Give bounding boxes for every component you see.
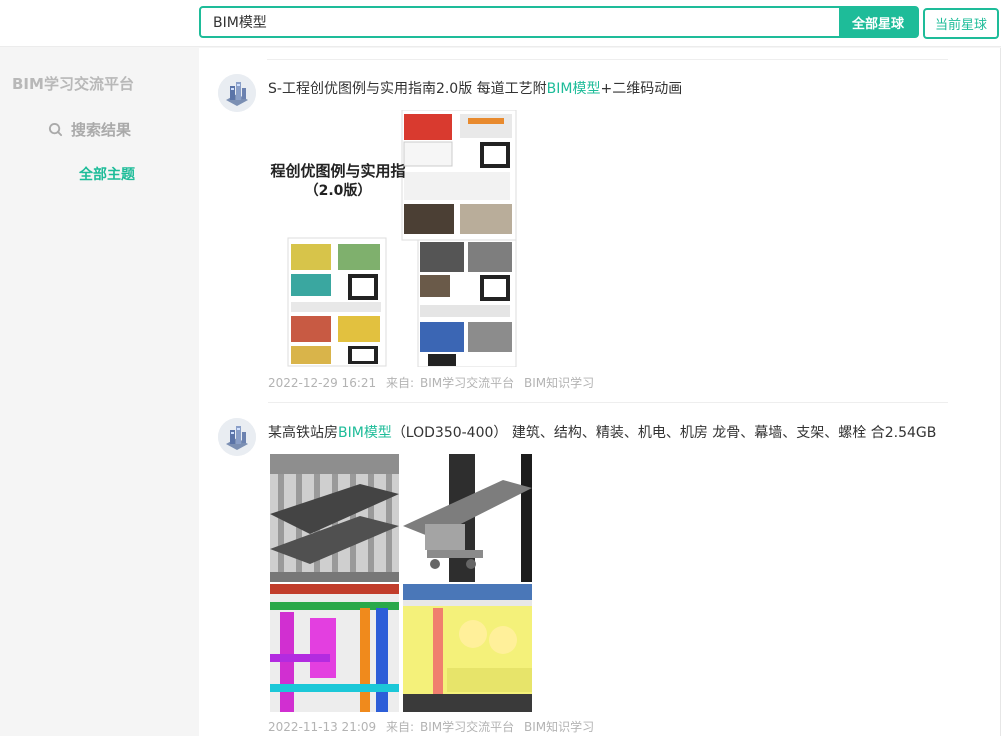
image-caption-line1: 程创优图例与实用指 — [270, 162, 406, 180]
bim-structure-image — [270, 454, 399, 582]
building-logo-icon — [218, 74, 256, 112]
bim-pump-room-image — [403, 584, 532, 712]
image-caption-line2: （2.0版） — [304, 183, 372, 199]
sidebar: BIM学习交流平台 搜索结果 全部主题 — [0, 48, 199, 736]
sidebar-item-label: 搜索结果 — [71, 121, 132, 139]
bim-mep-pipes-image — [270, 584, 399, 712]
search-all-planets-button[interactable]: 全部星球 — [839, 8, 917, 36]
topic-tag[interactable]: BIM知识学习 — [524, 376, 594, 390]
topic-meta: 2022-12-29 16:21 来自: BIM学习交流平台 BIM知识学习 — [268, 374, 600, 391]
document-preview-image — [268, 110, 532, 367]
topic-date: 2022-12-29 16:21 — [268, 376, 377, 390]
topic-tag[interactable]: BIM知识学习 — [524, 720, 594, 734]
planet-name[interactable]: BIM学习交流平台 — [12, 73, 134, 94]
topic-image[interactable] — [403, 454, 532, 582]
topic-title-text: 某高铁站房 — [268, 425, 338, 441]
from-label: 来自: — [385, 720, 415, 734]
sidebar-item-search-results[interactable]: 搜索结果 — [48, 119, 131, 140]
sidebar-item-all-topics[interactable]: 全部主题 — [79, 164, 135, 184]
search-icon — [48, 122, 63, 137]
avatar[interactable] — [218, 74, 256, 112]
from-label: 来自: — [385, 376, 415, 390]
topic-meta: 2022-11-13 21:09 来自: BIM学习交流平台 BIM知识学习 — [268, 718, 600, 735]
search-results-list: S-工程创优图例与实用指南2.0版 每道工艺附BIM模型+二维码动画 程创优图例… — [199, 48, 1001, 736]
search-highlight: BIM模型 — [546, 81, 601, 97]
topic-title-text: +二维码动画 — [600, 81, 683, 97]
topic-title-text: （LOD350-400） 建筑、结构、精装、机电、机房 龙骨、幕墙、支架、螺栓 … — [391, 425, 937, 441]
topic-item: 某高铁站房BIM模型（LOD350-400） 建筑、结构、精装、机电、机房 龙骨… — [199, 418, 1001, 736]
topic-item: S-工程创优图例与实用指南2.0版 每道工艺附BIM模型+二维码动画 程创优图例… — [199, 74, 1001, 404]
topic-source[interactable]: BIM学习交流平台 — [420, 720, 514, 734]
bim-bracket-image — [403, 454, 532, 582]
topic-title[interactable]: 某高铁站房BIM模型（LOD350-400） 建筑、结构、精装、机电、机房 龙骨… — [268, 422, 936, 442]
search-highlight: BIM模型 — [338, 425, 392, 441]
topic-title-text: S-工程创优图例与实用指南2.0版 每道工艺附 — [268, 81, 547, 97]
building-logo-icon — [218, 418, 256, 456]
topic-image[interactable]: 程创优图例与实用指 （2.0版） — [268, 110, 532, 367]
search-current-planet-button[interactable]: 当前星球 — [923, 8, 999, 39]
search-input[interactable] — [201, 8, 841, 36]
topic-source[interactable]: BIM学习交流平台 — [420, 376, 514, 390]
topic-image[interactable] — [403, 584, 532, 712]
avatar[interactable] — [218, 418, 256, 456]
search-box: 全部星球 — [199, 6, 919, 38]
topic-image[interactable] — [270, 584, 399, 712]
topic-date: 2022-11-13 21:09 — [268, 720, 377, 734]
topic-title[interactable]: S-工程创优图例与实用指南2.0版 每道工艺附BIM模型+二维码动画 — [268, 78, 682, 98]
top-bar: 全部星球 当前星球 — [0, 0, 1001, 47]
divider — [267, 59, 948, 60]
topic-image[interactable] — [270, 454, 399, 582]
divider — [268, 402, 948, 403]
